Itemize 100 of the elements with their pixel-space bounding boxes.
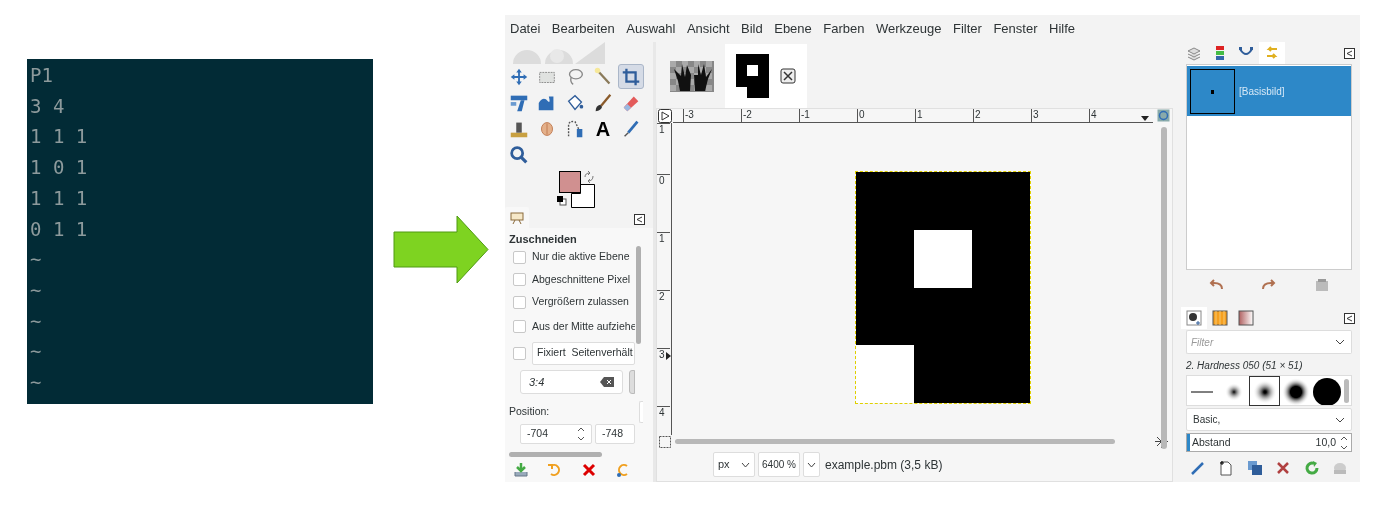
position-field[interactable]: -748 [595, 424, 635, 444]
dock-menu-icon[interactable] [1344, 48, 1355, 59]
chevron-icon [1335, 416, 1345, 423]
image-thumbnail[interactable] [670, 60, 714, 92]
ruler-label: 4 [659, 407, 665, 418]
refresh-icon[interactable] [1303, 460, 1320, 476]
menu-item[interactable]: Datei [510, 18, 541, 39]
text-tool-tool[interactable]: A [590, 116, 616, 141]
terminal-line: 0 1 1 [30, 216, 89, 242]
menu-icon[interactable] [658, 109, 673, 123]
ruler-label: 2 [659, 291, 665, 302]
zoom-field[interactable]: 6400 % [758, 452, 800, 477]
terminal-line: ~ [30, 247, 43, 273]
duplicate-icon[interactable] [1246, 460, 1263, 476]
quick-mask-icon[interactable] [659, 435, 671, 448]
terminal-line: ~ [30, 370, 43, 396]
option-label: Vergrößern zulassen [532, 294, 629, 310]
ruler-label: 3 [1033, 109, 1039, 120]
scrollbar[interactable] [675, 439, 1115, 444]
layers-icon [1186, 45, 1202, 61]
terminal-line: P1 [30, 63, 54, 88]
arrow-icon [393, 215, 489, 284]
navigate-icon[interactable] [1155, 435, 1168, 448]
ruler-label: -3 [685, 109, 694, 120]
dock-tab[interactable] [1181, 307, 1207, 329]
terminal-line: ~ [30, 339, 43, 365]
scrollbar[interactable] [1161, 127, 1167, 449]
checkbox[interactable] [513, 346, 526, 360]
menu-item[interactable]: Werkzeuge [876, 18, 942, 39]
terminal-line: 1 1 1 [30, 124, 89, 150]
save-icon[interactable] [513, 462, 529, 478]
position-label: Position: [509, 404, 550, 420]
checkbox[interactable] [513, 250, 526, 264]
gradient-icon [1238, 310, 1254, 326]
spin-icon [1340, 435, 1348, 450]
menu-item[interactable]: Ebene [774, 18, 812, 39]
menu-item[interactable]: Filter [953, 18, 982, 39]
brush-name: 2. Hardness 050 (51 × 51) [1186, 359, 1304, 373]
zoom-toggle-icon[interactable] [1157, 109, 1170, 122]
terminal-line: 1 0 1 [30, 155, 89, 181]
scrollbar[interactable] [636, 246, 641, 344]
brush-thumbnail[interactable] [1311, 375, 1342, 406]
checkbox[interactable] [513, 320, 526, 334]
clear-icon[interactable] [600, 377, 614, 387]
brush-thumbnail[interactable] [1249, 375, 1280, 406]
terminal-line: 3 4 [30, 93, 66, 119]
spacing-slider[interactable]: Abstand 10,0 [1186, 433, 1352, 452]
pencil-icon[interactable] [1190, 460, 1206, 476]
menu-item[interactable]: Auswahl [626, 18, 676, 39]
menu-item[interactable]: Farben [823, 18, 865, 39]
image-tab[interactable] [725, 44, 807, 108]
ruler-label: 1 [659, 233, 665, 244]
fixed-dropdown[interactable]: Fixiert Seitenverhält [532, 341, 635, 365]
unit-dropdown[interactable]: px [713, 452, 755, 477]
chevron-icon [741, 461, 750, 468]
terminal-line: ~ [30, 277, 43, 303]
terminal-line: 1 1 1 [30, 185, 89, 211]
option-label: Nur die aktive Ebene [532, 249, 630, 265]
ruler-label: 2 [975, 109, 981, 120]
zoom-icon [508, 143, 530, 166]
crop-tool[interactable] [618, 64, 644, 89]
new-document-icon[interactable] [1218, 460, 1235, 476]
pattern-icon [1212, 310, 1228, 326]
caret-icon [1141, 116, 1149, 121]
option-label: Abgeschnittene Pixel [532, 271, 631, 287]
checkbox[interactable] [513, 273, 526, 287]
close-icon[interactable] [780, 68, 796, 84]
position-field[interactable]: -704 [520, 424, 592, 444]
image-thumbnail [1190, 68, 1235, 114]
ruler-label: 4 [1091, 109, 1097, 120]
chevron-icon [807, 461, 816, 468]
ruler-label: 0 [859, 109, 865, 120]
trash-icon[interactable] [1314, 277, 1331, 294]
scrollbar[interactable] [1344, 378, 1349, 403]
menu-item[interactable]: Bearbeiten [551, 18, 615, 39]
ratio-field[interactable]: 3:4 [520, 370, 623, 394]
menu-item[interactable]: Bild [741, 18, 763, 39]
scrollbar[interactable] [509, 452, 602, 457]
ruler-label: 1 [917, 109, 923, 120]
swap-colors-icon[interactable] [583, 171, 595, 183]
spin-icon[interactable] [577, 427, 585, 441]
ruler-label: -2 [743, 109, 752, 120]
ruler-label: 3 [659, 349, 665, 360]
image-thumbnail[interactable] [736, 54, 769, 98]
dock-menu-icon[interactable] [634, 214, 645, 225]
menu-item[interactable]: Ansicht [686, 18, 730, 39]
dock-menu-icon[interactable] [1344, 313, 1355, 324]
menu-item[interactable]: Fenster [993, 18, 1038, 39]
checkbox[interactable] [513, 295, 526, 309]
foreground-color-swatch[interactable] [559, 171, 581, 193]
menu-item[interactable]: Hilfe [1049, 18, 1075, 39]
ruler-label: -1 [801, 109, 810, 120]
preset-dropdown[interactable]: Basic, [1186, 408, 1352, 431]
ruler-label: 1 [659, 124, 665, 135]
terminal-line: ~ [30, 308, 43, 334]
undo-history-icon [1264, 45, 1280, 61]
ruler-label: 0 [659, 175, 665, 186]
default-colors-icon[interactable] [557, 196, 567, 206]
brush-icon [1186, 310, 1202, 326]
easel-icon[interactable] [510, 210, 524, 225]
